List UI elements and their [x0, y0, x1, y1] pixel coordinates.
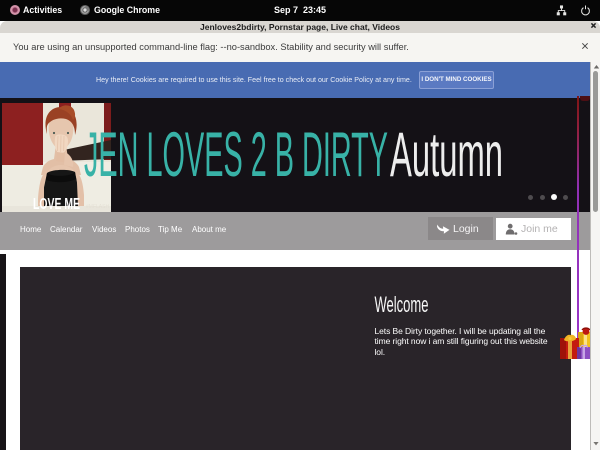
svg-text:Welcome: Welcome [375, 292, 429, 317]
svg-text:JEN LOVES 2 B DIRTY: JEN LOVES 2 B DIRTY [84, 119, 388, 190]
svg-text:Autumn: Autumn [390, 119, 503, 190]
